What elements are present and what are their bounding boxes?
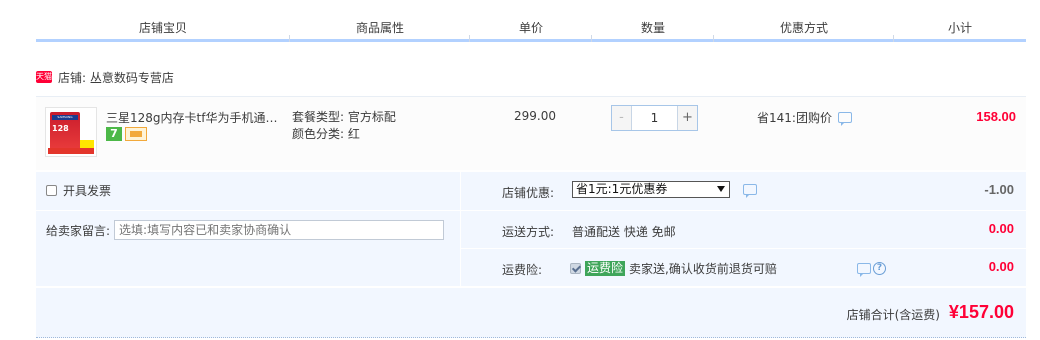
cart-item-row: SAMSUNG 128 三星128g内存卡tf华为手机通用... 7 套餐类型:… [36, 96, 1026, 170]
thumb-brand: SAMSUNG [52, 115, 78, 120]
insurance-checkbox[interactable] [570, 263, 581, 274]
shipping-label: 运送方式: [502, 225, 555, 239]
card-pay-icon[interactable] [125, 127, 147, 141]
quantity-stepper: - + [611, 105, 698, 131]
shop-total-label: 店铺合计(含运费) [846, 308, 940, 322]
attr-package: 套餐类型: 官方标配 [292, 110, 396, 124]
service-icons: 7 [106, 127, 147, 141]
shipping-amount: 0.00 [988, 221, 1014, 236]
col-header-discount: 优惠方式 [714, 14, 894, 42]
thumb-promo-tag [80, 140, 94, 148]
insurance-amount: 0.00 [988, 259, 1014, 274]
unit-price: 299.00 [514, 109, 556, 123]
quantity-minus-button[interactable]: - [612, 106, 632, 130]
chevron-down-icon [717, 186, 725, 192]
insurance-chat-icon[interactable] [857, 263, 871, 277]
order-options: 开具发票 给卖家留言: 店铺优惠: 省1元:1元优惠券 -1.00 运送方式: … [36, 172, 1026, 286]
insurance-label: 运费险: [502, 263, 543, 277]
shop-name[interactable]: 店铺: 丛意数码专营店 [58, 69, 174, 86]
shop-discount-selected: 省1元:1元优惠券 [576, 182, 668, 196]
divider [460, 172, 461, 286]
col-header-shop-item: 店铺宝贝 [36, 14, 290, 42]
col-header-unit-price: 单价 [470, 14, 592, 42]
memo-input[interactable] [114, 220, 445, 240]
shipping-method: 普通配送 快递 免邮 [572, 225, 676, 239]
promo-info: 省141:团购价 [757, 109, 852, 126]
product-thumbnail[interactable]: SAMSUNG 128 [45, 107, 97, 157]
tmall-icon: 天猫 [36, 71, 52, 83]
quantity-plus-button[interactable]: + [677, 106, 697, 130]
invoice-label: 开具发票 [63, 184, 112, 198]
product-attributes: 套餐类型: 官方标配 颜色分类: 红 [292, 109, 396, 143]
discount-chat-icon[interactable] [743, 184, 757, 198]
insurance-badge: 运费险 [585, 261, 626, 276]
invoice-option: 开具发票 [46, 182, 111, 199]
thumb-price-strip [48, 148, 94, 154]
insurance-text: 卖家送,确认收货前退货可赔 [629, 262, 777, 276]
shop-discount-select[interactable]: 省1元:1元优惠券 [572, 181, 730, 198]
shop-discount-amount: -1.00 [984, 182, 1014, 197]
col-header-quantity: 数量 [592, 14, 714, 42]
help-icon[interactable]: ? [873, 262, 886, 275]
promo-text: 省141:团购价 [757, 111, 832, 125]
shop-discount-label: 店铺优惠: [502, 186, 555, 200]
divider [460, 248, 1026, 249]
quantity-input[interactable] [632, 106, 677, 130]
divider [460, 210, 1026, 211]
col-header-attributes: 商品属性 [290, 14, 470, 42]
insurance-icons: ? [851, 262, 886, 277]
shop-total-amount: ¥157.00 [948, 302, 1014, 322]
invoice-checkbox[interactable] [46, 185, 57, 196]
insurance-option: 运费险 卖家送,确认收货前退货可赔 [570, 260, 777, 277]
sd-card-image: SAMSUNG 128 [50, 112, 80, 150]
divider [36, 210, 460, 211]
shop-total-row: 店铺合计(含运费) ¥157.00 [36, 288, 1026, 338]
seller-memo: 给卖家留言: [46, 220, 445, 240]
attr-color: 颜色分类: 红 [292, 127, 360, 141]
seven-day-return-icon[interactable]: 7 [106, 127, 122, 141]
memo-label: 给卖家留言: [46, 223, 111, 238]
product-title[interactable]: 三星128g内存卡tf华为手机通用... [106, 109, 286, 126]
thumb-capacity: 128 [52, 124, 69, 133]
shop-row: 天猫 店铺: 丛意数码专营店 [36, 68, 174, 86]
item-subtotal: 158.00 [976, 109, 1016, 124]
promo-chat-icon[interactable] [837, 112, 852, 126]
col-header-subtotal: 小计 [947, 21, 972, 35]
table-header: 店铺宝贝 商品属性 单价 数量 优惠方式 小计 [36, 14, 1026, 42]
